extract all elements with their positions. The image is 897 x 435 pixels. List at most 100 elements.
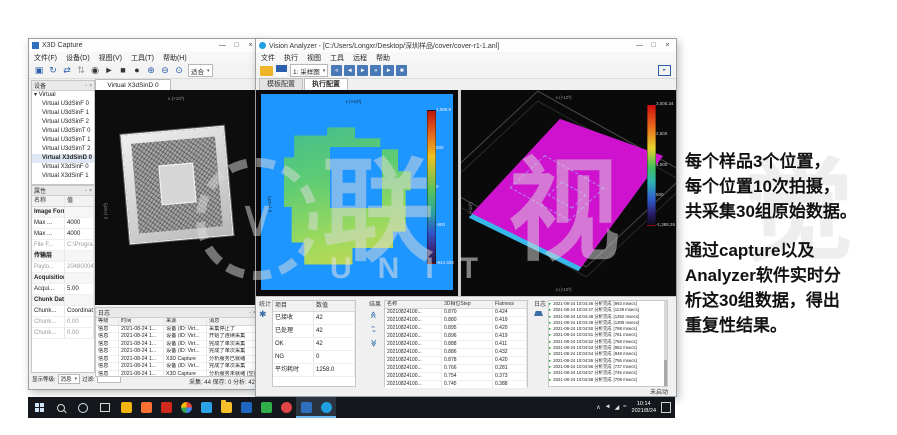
property-row[interactable]: Image Format Control <box>32 207 94 218</box>
start-button[interactable] <box>28 397 50 418</box>
result-row[interactable]: 20210824100... 0.886 0.432 <box>385 349 527 357</box>
remote-view-icon[interactable]: ▸ <box>658 65 671 76</box>
property-row[interactable]: Chunk... 0.00 <box>32 328 94 339</box>
next-frame-button[interactable]: ► <box>357 65 368 76</box>
close-button[interactable]: × <box>661 40 674 51</box>
device-tree-item[interactable]: Virtual U3dSinF 1 <box>32 109 94 118</box>
clear-log-icon[interactable] <box>534 311 543 320</box>
log-row[interactable]: 信息 2021-08-24 1... 设备 (ID: Virt... 完成了单次… <box>96 341 258 349</box>
menu-item[interactable]: 帮助(H) <box>163 53 187 63</box>
property-row[interactable]: File F... C:\Program Fil... <box>32 240 94 251</box>
device-tree-item[interactable]: Virtual U3dSimT 1 <box>32 136 94 145</box>
menu-item[interactable]: 执行 <box>284 53 298 63</box>
taskbar-app-capture[interactable] <box>296 397 316 418</box>
surface-3d-view[interactable]: x (×10³) x (×10³) y (×10³) 3,005.342,500… <box>461 90 676 296</box>
last-result-button[interactable]: ≫ <box>370 339 378 346</box>
log-row[interactable]: 信息 2021-08-24 1... 设备 (ID: Virt... 完成了单次… <box>96 363 258 371</box>
log-row[interactable]: 信息 2021-08-24 1... 设备 (ID: Virt... 开始了连续… <box>96 333 258 341</box>
stats-row[interactable]: 已处理 42 <box>273 325 355 338</box>
menu-item[interactable]: 视图(V) <box>99 53 122 63</box>
device-tree-item[interactable]: Virtual U3dSimT 0 <box>32 127 94 136</box>
menu-item[interactable]: 工具(T) <box>131 53 154 63</box>
stats-row[interactable]: NG 0 <box>273 351 355 364</box>
search-icon[interactable] <box>50 397 72 418</box>
notification-center-icon[interactable] <box>661 402 671 413</box>
save-icon[interactable]: ▣ <box>33 65 45 77</box>
heightmap-2d-view[interactable]: x (×10³) y (×10³) 1,088.95000-500-944.32… <box>256 90 458 296</box>
dock-close-icon[interactable]: × <box>89 188 92 194</box>
log-row[interactable]: 信息 2021-08-24 1... X3D Capture 分析服务已就绪 <box>96 356 258 364</box>
log-row[interactable]: 信息 2021-08-24 1... X3D Capture 分析服务未就绪 (… <box>96 371 258 377</box>
stats-row[interactable]: 平均耗时 1258.0 <box>273 364 355 377</box>
device-tree-item[interactable]: Virtual U3dSinF 2 <box>32 118 94 127</box>
open-file-icon[interactable] <box>260 66 273 76</box>
stop-run-button[interactable]: ■ <box>396 65 407 76</box>
tray-volume-icon[interactable]: ◄ <box>605 404 611 411</box>
stats-row[interactable]: OK 42 <box>273 338 355 351</box>
property-row[interactable]: Paylo... 204800048 <box>32 262 94 273</box>
stop-icon[interactable]: ■ <box>117 65 129 77</box>
prev-result-button[interactable]: › <box>370 321 377 328</box>
view-select[interactable]: 1: 采样图▾ <box>290 64 328 77</box>
result-row[interactable]: 20210824100... 0.754 0.373 <box>385 373 527 381</box>
property-row[interactable]: Max ... 4000 <box>32 218 94 229</box>
record-icon[interactable]: ● <box>131 65 143 77</box>
stats-row[interactable]: 已接收 42 <box>273 312 355 325</box>
disconnect-icon[interactable]: ⇅ <box>75 65 87 77</box>
zoom-in-icon[interactable]: ⊕ <box>145 65 157 77</box>
taskbar-app-9[interactable] <box>276 397 296 418</box>
zoom-original-icon[interactable]: ⊙ <box>173 65 185 77</box>
record-video-icon[interactable]: ► <box>103 65 115 77</box>
dock-float-icon[interactable]: ▫ <box>249 310 251 316</box>
last-frame-button[interactable]: » <box>370 65 381 76</box>
cortana-icon[interactable] <box>72 397 94 418</box>
dock-float-icon[interactable]: ▫ <box>85 188 87 194</box>
dock-float-icon[interactable]: ▫ <box>85 83 87 89</box>
device-tree-item[interactable]: Virtual U3dSimT 2 <box>32 145 94 154</box>
log-row[interactable]: 信息 2021-08-24 1... 设备 (ID: Virt... 完成了单次… <box>96 348 258 356</box>
snapshot-icon[interactable]: ◉ <box>89 65 101 77</box>
tray-network-icon[interactable]: ◢ <box>615 404 620 411</box>
minimize-button[interactable]: — <box>633 40 646 51</box>
device-tree-item[interactable]: Virtual X3dSinD 0 <box>32 154 94 163</box>
prev-frame-button[interactable]: ◄ <box>344 65 355 76</box>
device-tree-root[interactable]: ▾ Virtual <box>32 91 94 100</box>
menu-item[interactable]: 视图 <box>307 53 321 63</box>
analyzer-log-entry[interactable]: ▸ 2021-08-24 10:04:58 分析完成 [708 msecs] <box>549 377 667 383</box>
menu-item[interactable]: 设备(D) <box>66 53 90 63</box>
log-row[interactable]: 信息 2021-08-24 1... 设备 (ID: Virt... 采集停止了 <box>96 326 258 334</box>
taskbar-app-2[interactable] <box>136 397 156 418</box>
tray-language-icon[interactable]: ≈ <box>623 404 626 411</box>
taskbar-app-5[interactable] <box>196 397 216 418</box>
taskbar-app-6[interactable] <box>216 397 236 418</box>
next-result-button[interactable]: › <box>370 330 377 337</box>
result-row[interactable]: 20210824100... 0.766 0.281 <box>385 365 527 373</box>
property-row[interactable]: Acquisition Control <box>32 273 94 284</box>
property-row[interactable]: 传输层 <box>32 251 94 262</box>
taskbar-app-8[interactable] <box>256 397 276 418</box>
device-tree-item[interactable]: Virtual X3dSinF 1 <box>32 172 94 181</box>
result-row[interactable]: 20210824100... 0.870 0.424 <box>385 309 527 317</box>
connect-icon[interactable]: ⇄ <box>61 65 73 77</box>
maximize-button[interactable]: □ <box>647 40 660 51</box>
gear-icon[interactable]: ✱ <box>259 309 267 320</box>
dock-close-icon[interactable]: × <box>89 83 92 89</box>
refresh-icon[interactable]: ↻ <box>47 65 59 77</box>
menu-item[interactable]: 远程 <box>353 53 367 63</box>
property-row[interactable]: Acqui... 5.00 <box>32 284 94 295</box>
menu-item[interactable]: 帮助 <box>376 53 390 63</box>
result-row[interactable]: 20210824100... 0.880 0.419 <box>385 317 527 325</box>
taskbar-app-7[interactable] <box>236 397 256 418</box>
zoom-out-icon[interactable]: ⊖ <box>159 65 171 77</box>
capture-image-canvas[interactable]: x (×10³) y (×10³) <box>95 90 257 305</box>
save-icon[interactable] <box>276 65 287 76</box>
property-row[interactable]: Max ... 4000 <box>32 229 94 240</box>
taskbar-app-3[interactable] <box>156 397 176 418</box>
result-row[interactable]: 20210824100... 0.895 0.420 <box>385 325 527 333</box>
taskbar-app-1[interactable] <box>116 397 136 418</box>
first-frame-button[interactable]: « <box>331 65 342 76</box>
property-row[interactable]: Chunk Data Control <box>32 295 94 306</box>
tray-chevron-icon[interactable]: ∧ <box>596 404 600 411</box>
property-row[interactable]: Chunk... CoordinateC <box>32 306 94 317</box>
menu-item[interactable]: 工具 <box>330 53 344 63</box>
